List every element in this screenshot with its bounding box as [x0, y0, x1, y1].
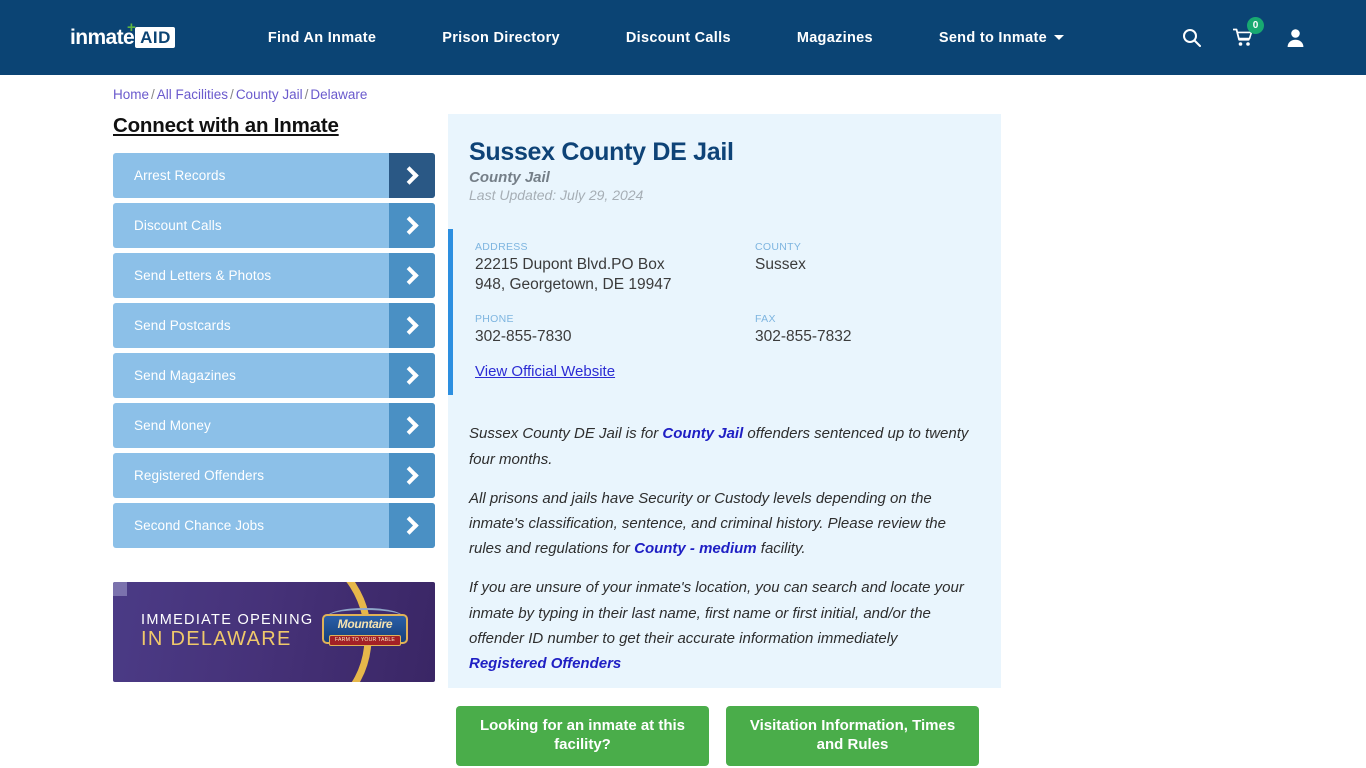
- visitation-information-button[interactable]: Visitation Information, Times and Rules: [726, 706, 979, 767]
- cart-count-badge: 0: [1247, 16, 1264, 34]
- page-body: Home / All Facilities / County Jail / Delaware…: [0, 75, 1366, 768]
- sidebar-item-label: Send Magazines: [134, 368, 236, 383]
- cta-button-row: Looking for an inmate at this facility? …: [448, 706, 1001, 767]
- sidebar-item-arrest-records[interactable]: Arrest Records: [113, 153, 435, 198]
- fax-value: 302-855-7832: [755, 328, 852, 346]
- facility-card: Sussex County DE Jail County Jail Last U…: [448, 114, 1001, 689]
- desc-p1-highlight-county-jail[interactable]: County Jail: [662, 425, 743, 442]
- sidebar-item-label: Send Letters & Photos: [134, 268, 272, 283]
- facility-info-grid: ADDRESS 22215 Dupont Blvd.PO Box 948, Ge…: [475, 241, 1001, 347]
- user-account-icon[interactable]: [1284, 26, 1306, 50]
- logo-badge: AID: [135, 27, 175, 48]
- main-navigation: Find An Inmate Prison Directory Discount…: [235, 30, 1162, 46]
- chevron-right-icon: [389, 353, 435, 398]
- header-icon-group: 0: [1180, 16, 1306, 50]
- chevron-right-icon: [389, 153, 435, 198]
- chevron-right-icon: [389, 203, 435, 248]
- search-icon[interactable]: [1180, 26, 1202, 50]
- sidebar-item-second-chance-jobs[interactable]: Second Chance Jobs: [113, 503, 435, 548]
- logo-wordmark: inmate: [70, 26, 135, 49]
- breadcrumb-item-county-jail[interactable]: County Jail: [236, 87, 303, 102]
- nav-item-magazines[interactable]: Magazines: [764, 30, 906, 46]
- address-value: 22215 Dupont Blvd.PO Box 948, Georgetown…: [475, 256, 672, 294]
- description-paragraph-3: If you are unsure of your inmate's locat…: [469, 575, 979, 676]
- fax-label: FAX: [755, 313, 776, 326]
- site-header: inmate AID + Find An Inmate Prison Direc…: [0, 0, 1366, 75]
- desc-p3-text-a: If you are unsure of your inmate's locat…: [469, 579, 964, 647]
- breadcrumb-item-all-facilities[interactable]: All Facilities: [157, 87, 228, 102]
- phone-label: PHONE: [475, 313, 514, 326]
- breadcrumb-separator: /: [151, 87, 155, 102]
- ad-corner-accent: [113, 582, 127, 596]
- ad-logo-name: Mountaire: [337, 617, 393, 631]
- fax-field: FAX 302-855-7832: [755, 313, 1001, 347]
- sidebar-item-label: Arrest Records: [134, 168, 226, 183]
- logo-plus-icon: +: [127, 18, 136, 36]
- sidebar-item-send-postcards[interactable]: Send Postcards: [113, 303, 435, 348]
- sidebar-item-label: Send Postcards: [134, 318, 231, 333]
- sidebar-item-send-magazines[interactable]: Send Magazines: [113, 353, 435, 398]
- desc-p2-text-b: facility.: [756, 540, 806, 558]
- nav-item-send-to-inmate[interactable]: Send to Inmate: [906, 30, 1097, 46]
- chevron-right-icon: [389, 503, 435, 548]
- breadcrumb-item-home[interactable]: Home: [113, 87, 149, 102]
- sidebar-item-discount-calls[interactable]: Discount Calls: [113, 203, 435, 248]
- chevron-right-icon: [389, 453, 435, 498]
- nav-item-discount-calls[interactable]: Discount Calls: [593, 30, 764, 46]
- county-label: COUNTY: [755, 241, 802, 253]
- description-paragraph-2: All prisons and jails have Security or C…: [469, 486, 979, 562]
- address-field: ADDRESS 22215 Dupont Blvd.PO Box 948, Ge…: [475, 241, 755, 295]
- ad-text-group: IMMEDIATE OPENING IN DELAWARE: [141, 612, 313, 651]
- ad-headline-line2: IN DELAWARE: [141, 628, 292, 651]
- sidebar-item-registered-offenders[interactable]: Registered Offenders: [113, 453, 435, 498]
- desc-p2-highlight-county-medium[interactable]: County - medium: [634, 540, 757, 557]
- advertisement-banner[interactable]: IMMEDIATE OPENING IN DELAWARE Mountaire …: [113, 582, 435, 682]
- ad-headline-line1: IMMEDIATE OPENING: [141, 612, 314, 628]
- county-value: Sussex: [755, 256, 806, 273]
- content-wrapper: Connect with an Inmate Arrest Records Di…: [0, 114, 1366, 768]
- looking-for-inmate-button[interactable]: Looking for an inmate at this facility?: [456, 706, 709, 767]
- phone-value: 302-855-7830: [475, 328, 572, 346]
- sidebar-item-label: Second Chance Jobs: [134, 518, 265, 533]
- last-updated-text: Last Updated: July 29, 2024: [469, 187, 644, 203]
- sidebar-item-label: Discount Calls: [134, 218, 222, 233]
- sidebar-item-label: Registered Offenders: [134, 468, 265, 483]
- nav-item-prison-directory[interactable]: Prison Directory: [409, 30, 593, 46]
- sidebar-item-send-letters-photos[interactable]: Send Letters & Photos: [113, 253, 435, 298]
- breadcrumb: Home / All Facilities / County Jail / Delaware: [0, 75, 1366, 102]
- view-official-website-link[interactable]: View Official Website: [475, 363, 615, 380]
- address-label: ADDRESS: [475, 241, 528, 253]
- main-content: Sussex County DE Jail County Jail Last U…: [448, 114, 1001, 768]
- facility-description: Sussex County DE Jail is for County Jail…: [448, 421, 1001, 676]
- sidebar-title: Connect with an Inmate: [113, 114, 339, 137]
- breadcrumb-separator: /: [230, 87, 234, 102]
- chevron-right-icon: [389, 253, 435, 298]
- phone-field: PHONE 302-855-7830: [475, 313, 755, 347]
- desc-p3-highlight-registered-offenders[interactable]: Registered Offenders: [469, 655, 621, 672]
- chevron-right-icon: [389, 403, 435, 448]
- nav-item-find-an-inmate[interactable]: Find An Inmate: [235, 30, 409, 46]
- shopping-cart-icon[interactable]: 0: [1232, 16, 1264, 50]
- breadcrumb-item-delaware[interactable]: Delaware: [310, 87, 367, 102]
- chevron-right-icon: [389, 303, 435, 348]
- sidebar-item-send-money[interactable]: Send Money: [113, 403, 435, 448]
- facility-type: County Jail: [469, 169, 550, 186]
- desc-p1-text-a: Sussex County DE Jail is for: [469, 425, 663, 443]
- description-paragraph-1: Sussex County DE Jail is for County Jail…: [469, 421, 979, 471]
- sidebar-item-label: Send Money: [134, 418, 211, 433]
- facility-info-block: ADDRESS 22215 Dupont Blvd.PO Box 948, Ge…: [448, 229, 1001, 396]
- county-field: COUNTY Sussex: [755, 241, 1001, 295]
- mountaire-logo: Mountaire FARM TO YOUR TABLE: [319, 606, 411, 656]
- sidebar: Connect with an Inmate Arrest Records Di…: [113, 114, 435, 768]
- ad-logo-tagline: FARM TO YOUR TABLE: [329, 635, 401, 646]
- page-title: Sussex County DE Jail: [469, 138, 734, 166]
- site-logo[interactable]: inmate AID +: [70, 18, 175, 53]
